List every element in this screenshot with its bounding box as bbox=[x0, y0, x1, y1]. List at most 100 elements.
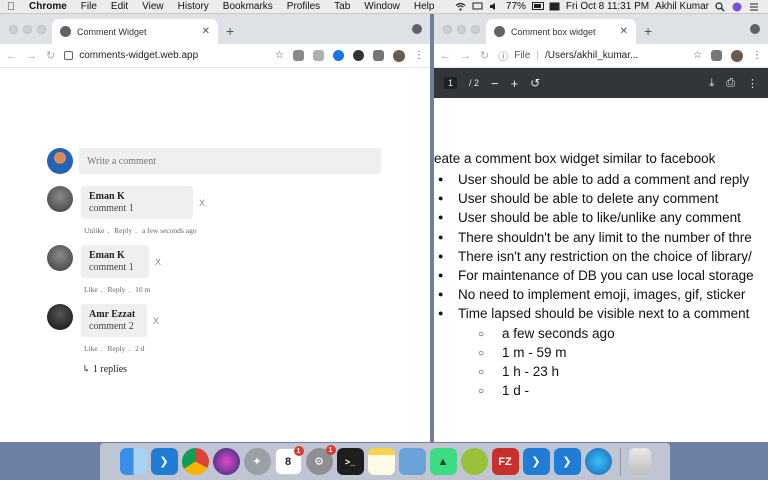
kebab-menu-icon[interactable]: ⋮ bbox=[752, 50, 762, 61]
reload-icon[interactable]: ↻ bbox=[480, 49, 489, 62]
terminal-icon[interactable]: >_ bbox=[336, 448, 364, 475]
menu-history[interactable]: History bbox=[171, 1, 216, 12]
trash-icon[interactable] bbox=[628, 448, 651, 475]
back-icon[interactable]: ← bbox=[6, 50, 17, 62]
profile-avatar[interactable] bbox=[731, 49, 743, 62]
vscode-icon[interactable]: ❯ bbox=[150, 448, 178, 475]
address-bar[interactable]: ⓘ File | /Users/akhil_kumar... bbox=[498, 47, 684, 65]
android-file-transfer-icon[interactable] bbox=[460, 448, 488, 475]
reply-button[interactable]: Reply bbox=[108, 285, 126, 294]
globe-icon bbox=[60, 26, 71, 37]
chrome-icon[interactable] bbox=[181, 448, 209, 475]
minimize-window-button[interactable] bbox=[23, 25, 32, 34]
close-tab-icon[interactable]: ✕ bbox=[620, 26, 628, 37]
siri-app-icon[interactable] bbox=[212, 448, 240, 475]
reply-button[interactable]: Reply bbox=[108, 344, 126, 353]
download-icon[interactable]: ⤓ bbox=[709, 77, 714, 90]
zoom-window-button[interactable] bbox=[37, 25, 46, 34]
vscode-icon[interactable]: ❯ bbox=[522, 448, 550, 475]
unlike-button[interactable]: Unlike bbox=[84, 226, 104, 235]
page-number-input[interactable]: 1 bbox=[444, 77, 458, 89]
kebab-menu-icon[interactable]: ⋮ bbox=[414, 50, 424, 61]
tab-comment-widget[interactable]: Comment Widget ✕ bbox=[52, 19, 218, 44]
tab-search-icon[interactable] bbox=[750, 24, 760, 34]
extension-sync-icon[interactable] bbox=[353, 50, 364, 61]
reply-button[interactable]: Reply bbox=[114, 226, 132, 235]
datetime[interactable]: Fri Oct 8 11:31 PM bbox=[566, 1, 649, 12]
tab-search-icon[interactable] bbox=[412, 24, 422, 34]
reload-icon[interactable]: ↻ bbox=[46, 49, 55, 62]
wifi-icon[interactable] bbox=[455, 2, 466, 11]
apple-icon[interactable]:  bbox=[0, 1, 22, 13]
menu-bookmarks[interactable]: Bookmarks bbox=[216, 1, 280, 12]
menu-tab[interactable]: Tab bbox=[327, 1, 357, 12]
url-text[interactable]: /Users/akhil_kumar... bbox=[545, 50, 638, 61]
menu-app-name[interactable]: Chrome bbox=[22, 1, 74, 12]
info-icon[interactable]: ⓘ bbox=[498, 48, 508, 63]
menu-edit[interactable]: Edit bbox=[104, 1, 135, 12]
sub-list-item: a few seconds ago bbox=[438, 324, 754, 343]
system-preferences-icon[interactable]: ⚙ 1 bbox=[305, 445, 336, 475]
launchpad-icon[interactable]: ✦ bbox=[243, 448, 271, 475]
battery-icon[interactable] bbox=[531, 2, 544, 11]
extension-cast-icon[interactable] bbox=[293, 50, 304, 61]
forward-icon[interactable]: → bbox=[460, 50, 471, 62]
like-button[interactable]: Like bbox=[84, 344, 98, 353]
sub-list-item: 1 m - 59 m bbox=[438, 343, 754, 362]
screen-share-icon[interactable] bbox=[472, 2, 483, 11]
close-window-button[interactable] bbox=[9, 25, 18, 34]
rotate-icon[interactable]: ↺ bbox=[530, 76, 540, 90]
menu-help[interactable]: Help bbox=[407, 1, 442, 12]
finder-icon[interactable] bbox=[119, 448, 147, 475]
back-icon[interactable]: ← bbox=[440, 50, 451, 62]
url-text[interactable]: comments-widget.web.app bbox=[79, 50, 198, 61]
menu-file[interactable]: File bbox=[74, 1, 104, 12]
delete-comment-button[interactable]: X bbox=[155, 257, 161, 267]
calendar-icon[interactable]: 8 1 bbox=[274, 446, 304, 475]
android-studio-icon[interactable]: ▲ bbox=[429, 448, 457, 475]
keyboard-input-icon[interactable] bbox=[549, 2, 560, 11]
menu-window[interactable]: Window bbox=[357, 1, 407, 12]
bookmark-star-icon[interactable]: ☆ bbox=[693, 50, 702, 61]
edge-icon[interactable] bbox=[584, 448, 612, 475]
forward-icon[interactable]: → bbox=[26, 50, 37, 62]
volume-icon[interactable] bbox=[489, 2, 500, 11]
extensions-puzzle-icon[interactable] bbox=[711, 50, 722, 61]
new-tab-button[interactable]: + bbox=[226, 23, 234, 39]
lock-icon[interactable] bbox=[64, 51, 74, 60]
zoom-out-icon[interactable]: − bbox=[491, 76, 499, 91]
more-options-icon[interactable]: ⋮ bbox=[747, 77, 758, 90]
delete-comment-button[interactable]: X bbox=[199, 198, 205, 208]
profile-avatar[interactable] bbox=[393, 49, 405, 62]
bookmark-star-icon[interactable]: ☆ bbox=[275, 50, 284, 61]
close-tab-icon[interactable]: ✕ bbox=[202, 26, 210, 37]
print-icon[interactable]: ⎙ bbox=[726, 77, 735, 90]
siri-icon[interactable] bbox=[732, 2, 743, 12]
minimize-window-button[interactable] bbox=[457, 25, 466, 34]
delete-comment-button[interactable]: X bbox=[153, 316, 159, 326]
system-preferences-badge: 1 bbox=[325, 445, 336, 455]
zoom-in-icon[interactable]: + bbox=[511, 76, 519, 91]
control-center-icon[interactable] bbox=[749, 2, 760, 11]
list-item: User should be able to add a comment and… bbox=[438, 170, 754, 189]
tab-comment-box-widget[interactable]: Comment box widget ✕ bbox=[486, 19, 636, 44]
user-name[interactable]: Akhil Kumar bbox=[655, 1, 709, 12]
filezilla-icon[interactable]: FZ bbox=[491, 448, 519, 475]
spotlight-icon[interactable] bbox=[715, 2, 726, 12]
comment-input[interactable] bbox=[79, 148, 381, 174]
view-replies-link[interactable]: ↳ 1 replies bbox=[82, 364, 127, 375]
comment-time: a few seconds ago bbox=[141, 226, 197, 235]
notes-icon[interactable] bbox=[367, 448, 395, 475]
extensions-puzzle-icon[interactable] bbox=[373, 50, 384, 61]
close-window-button[interactable] bbox=[443, 25, 452, 34]
vscode-insiders-icon[interactable]: ❯ bbox=[553, 448, 581, 475]
address-bar[interactable]: comments-widget.web.app bbox=[64, 47, 266, 65]
like-button[interactable]: Like bbox=[84, 285, 98, 294]
menu-view[interactable]: View bbox=[135, 1, 171, 12]
extension-save-icon[interactable] bbox=[313, 50, 324, 61]
zoom-window-button[interactable] bbox=[471, 25, 480, 34]
new-tab-button[interactable]: + bbox=[644, 23, 652, 39]
menu-profiles[interactable]: Profiles bbox=[280, 1, 327, 12]
extension-x-icon[interactable] bbox=[333, 50, 344, 61]
preview-icon[interactable] bbox=[398, 448, 426, 475]
